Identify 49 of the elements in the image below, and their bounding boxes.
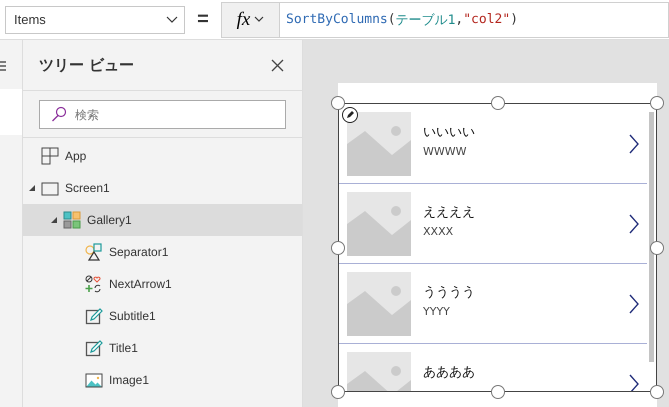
scrollbar[interactable] [649, 112, 654, 362]
item-subtitle: XXXX [423, 225, 454, 238]
tree-item[interactable]: NextArrow1 [23, 268, 302, 300]
image-placeholder [347, 112, 411, 176]
search-field[interactable]: 検索 [39, 100, 286, 129]
item-subtitle: WWWW [423, 145, 468, 158]
image-placeholder [347, 192, 411, 256]
icons-set-icon [85, 275, 103, 293]
shapes-icon [85, 243, 103, 261]
property-dropdown[interactable]: Items [5, 6, 185, 34]
item-title: いいいい [423, 124, 476, 141]
app-icon [41, 147, 59, 165]
resize-handle[interactable] [331, 385, 345, 399]
resize-handle[interactable] [490, 385, 504, 399]
close-icon[interactable] [271, 58, 284, 72]
item-subtitle: YYYY [423, 305, 451, 318]
gallery[interactable]: いいいい WWWW ええええ XXXX うううう YYYY ああああ [338, 103, 657, 392]
tree-item[interactable]: Subtitle1 [23, 300, 302, 332]
formula-field[interactable]: SortByColumns(テーブル1,"col2") [280, 2, 669, 38]
resize-handle[interactable] [331, 96, 345, 110]
resize-handle[interactable] [650, 385, 664, 399]
edit-icon[interactable] [342, 107, 358, 123]
item-title: ああああ [423, 364, 476, 381]
menu-icon[interactable] [0, 61, 6, 71]
tree-item[interactable]: Gallery1 [23, 204, 302, 236]
expanded-caret-icon[interactable] [51, 217, 57, 223]
item-title: うううう [423, 284, 476, 301]
resize-handle[interactable] [650, 96, 664, 110]
pencil-label-icon [85, 339, 103, 357]
chevron-down-icon [166, 16, 178, 24]
tree-item[interactable]: Title1 [23, 332, 302, 364]
item-title: ええええ [423, 204, 476, 221]
pencil-label-icon [85, 307, 103, 325]
gallery-icon [63, 211, 81, 229]
chevron-down-icon [254, 16, 264, 23]
image-icon [85, 371, 103, 389]
resize-handle[interactable] [490, 96, 504, 110]
tree-item[interactable]: Separator1 [23, 236, 302, 268]
panel-title: ツリー ビュー [39, 56, 134, 74]
resize-handle[interactable] [331, 240, 345, 254]
search-icon [51, 106, 67, 122]
image-placeholder [347, 272, 411, 336]
resize-handle[interactable] [650, 240, 664, 254]
tree-item[interactable]: Image1 [23, 364, 302, 396]
expanded-caret-icon[interactable] [29, 185, 35, 191]
function-button[interactable]: fx [221, 2, 280, 38]
tree-item[interactable]: Screen1 [23, 172, 302, 204]
tree-item[interactable]: App [23, 140, 302, 172]
equals-sign: = [196, 8, 210, 31]
